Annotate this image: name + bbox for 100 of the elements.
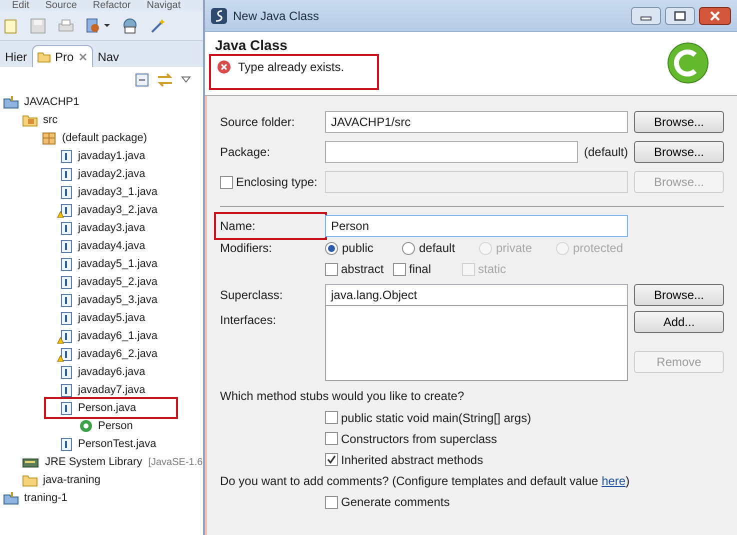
tree-item[interactable]: javaday6.java: [60, 363, 150, 381]
maximize-icon[interactable]: [665, 6, 695, 24]
tree-item[interactable]: JRE System Library: [22, 453, 146, 471]
tree-item[interactable]: javaday5_3.java: [60, 291, 162, 309]
new-file-icon[interactable]: [4, 18, 18, 34]
field-label: Source folder:: [220, 114, 296, 131]
app-logo-icon: [211, 8, 227, 24]
tree-item[interactable]: javaday3.java: [60, 219, 150, 237]
radio-button[interactable]: public: [325, 239, 402, 257]
collapse-all-icon[interactable]: [135, 73, 149, 87]
folder-icon: [37, 50, 52, 62]
checkbox[interactable]: Constructors from superclass: [325, 430, 498, 448]
checkbox[interactable]: final: [393, 260, 462, 278]
tree-item[interactable]: Person.java: [46, 399, 176, 417]
tree-item[interactable]: javaday1.java: [60, 147, 150, 165]
tree-item[interactable]: javaday5_1.java: [60, 255, 162, 273]
view-menu-icon[interactable]: [181, 76, 191, 84]
interfaces-list[interactable]: [325, 305, 628, 381]
java-file-icon: [60, 184, 73, 200]
field-label: Modifiers:: [220, 240, 274, 257]
question-text: Do you want to add comments? (Configure templates and default value here): [220, 473, 630, 490]
class-icon: [79, 419, 93, 433]
view-tab[interactable]: Hier: [0, 45, 32, 67]
tree-item[interactable]: javaday5.java: [60, 309, 150, 327]
wizard-icon[interactable]: [150, 18, 166, 34]
name-row: Name:: [216, 214, 325, 238]
java-file-icon: [60, 292, 73, 308]
java-file-icon: [60, 400, 73, 416]
tree-item[interactable]: Person: [79, 417, 137, 435]
java-file-icon: [60, 238, 73, 254]
close-icon[interactable]: [699, 6, 731, 24]
field-label: Interfaces:: [220, 312, 278, 329]
link[interactable]: here: [602, 474, 626, 488]
java-file-icon: [60, 436, 73, 452]
checkbox[interactable]: abstract: [325, 260, 393, 278]
checkbox[interactable]: Generate comments: [325, 493, 450, 511]
text-field[interactable]: JAVACHP1/src: [325, 111, 628, 133]
java-file-icon: [60, 328, 73, 344]
tree-item[interactable]: javaday3_2.java: [60, 201, 162, 219]
link-arrows-icon[interactable]: [157, 73, 173, 87]
dialog-heading: Java Class: [215, 36, 288, 54]
radio-button[interactable]: default: [402, 239, 479, 257]
menu-item[interactable]: Refactor: [92, 1, 131, 11]
tree-item[interactable]: javaday5_2.java: [60, 273, 162, 291]
menu-item[interactable]: Source: [45, 1, 77, 11]
tree-item[interactable]: JAVACHP1: [3, 93, 84, 111]
minimize-icon[interactable]: [631, 6, 661, 24]
question-text: Which method stubs would you like to create?: [220, 388, 464, 405]
error-message: Type already exists.: [209, 54, 379, 90]
java-file-icon: [60, 346, 73, 362]
name-field[interactable]: Person: [325, 215, 628, 237]
browse-button[interactable]: Browse...: [634, 284, 724, 306]
java-file-icon: [60, 364, 73, 380]
warning-icon: [57, 354, 64, 362]
package-icon: [41, 131, 57, 145]
java-file-icon: [60, 256, 73, 272]
tree-item[interactable]: javaday4.java: [60, 237, 150, 255]
tree-item[interactable]: src: [22, 111, 62, 129]
package-hint: (default): [582, 144, 628, 161]
menu-item[interactable]: Navigat: [146, 1, 181, 11]
project-icon: [3, 491, 19, 505]
tree-item[interactable]: javaday7.java: [60, 381, 150, 399]
browse-button[interactable]: Browse...: [634, 141, 724, 163]
project-icon: [3, 95, 19, 109]
text-field[interactable]: [325, 171, 628, 193]
java-file-icon: [60, 202, 73, 218]
tree-item[interactable]: javaday3_1.java: [60, 183, 162, 201]
tree-item[interactable]: (default package): [41, 129, 151, 147]
tree-item[interactable]: javaday2.java: [60, 165, 150, 183]
close-icon[interactable]: [78, 52, 88, 62]
java-file-icon: [60, 310, 73, 326]
warning-icon: [57, 210, 64, 218]
text-field[interactable]: [325, 141, 578, 163]
package-folder-icon: [22, 113, 38, 127]
field-label: Superclass:: [220, 287, 284, 304]
view-tab[interactable]: Nav: [92, 45, 124, 67]
checkmark-icon: [327, 455, 336, 464]
library-version: [JavaSE-1.6: [148, 456, 203, 470]
java-file-icon: [60, 148, 73, 164]
tree-item[interactable]: javaday6_1.java: [60, 327, 162, 345]
checkbox[interactable]: public static void main(String[] args): [325, 408, 532, 426]
view-tab[interactable]: Pro: [32, 45, 93, 67]
class-wizard-icon: [667, 42, 709, 84]
list-button[interactable]: Add...: [634, 311, 724, 333]
tree-item[interactable]: java-traning: [22, 471, 104, 489]
java-file-icon: [60, 382, 73, 398]
field-label: Package:: [220, 144, 272, 161]
tree-item[interactable]: PersonTest.java: [60, 435, 160, 453]
java-file-icon: [60, 220, 73, 236]
tree-item[interactable]: javaday6_2.java: [60, 345, 162, 363]
print-icon[interactable]: [58, 18, 74, 34]
java-file-icon: [60, 274, 73, 290]
folder-icon: [22, 473, 38, 487]
text-field[interactable]: java.lang.Object: [325, 284, 628, 306]
menu-item[interactable]: Edit: [12, 1, 30, 11]
warning-icon: [57, 336, 64, 344]
error-icon: [217, 60, 231, 74]
browse-button[interactable]: Browse...: [634, 111, 724, 133]
checkbox[interactable]: Inherited abstract methods: [325, 450, 484, 468]
tree-item[interactable]: traning-1: [3, 489, 72, 507]
